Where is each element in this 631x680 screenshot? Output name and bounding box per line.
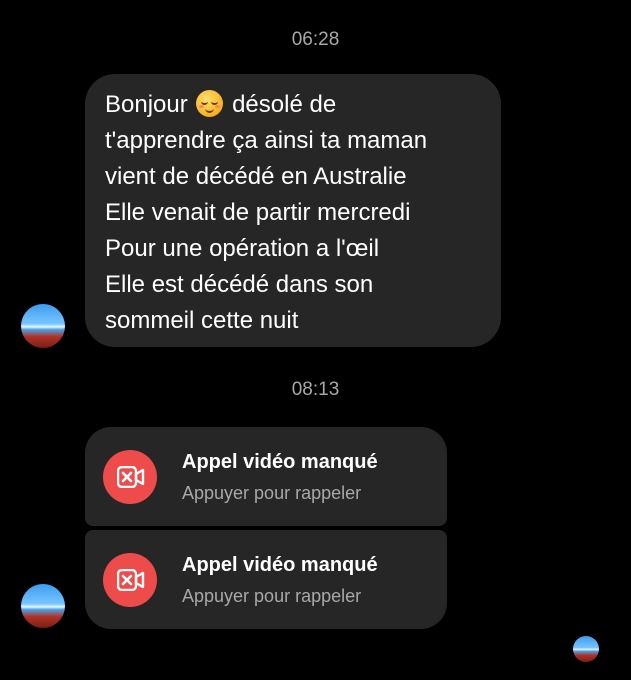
- message-line: Elle est décédé dans son: [105, 271, 374, 298]
- message-line: Pour une opération a l'œil: [105, 235, 380, 262]
- call-title: Appel vidéo manqué: [182, 451, 378, 473]
- sender-avatar[interactable]: [21, 584, 65, 628]
- sender-avatar[interactable]: [21, 304, 65, 348]
- missed-call-card[interactable]: Appel vidéo manqué Appuyer pour rappeler: [85, 427, 447, 526]
- message-line: sommeil cette nuit: [105, 307, 299, 334]
- seen-receipt-avatar: [573, 636, 599, 662]
- message-line: vient de décédé en Australie: [105, 163, 407, 190]
- message-line: Bonjour désolé de: [105, 87, 481, 123]
- message-line: t'apprendre ça ainsi ta maman: [105, 127, 428, 154]
- relieved-face-emoji-icon: [196, 90, 224, 117]
- message-text: Bonjour: [105, 91, 188, 118]
- missed-call-card[interactable]: Appel vidéo manqué Appuyer pour rappeler: [85, 530, 447, 629]
- timestamp: 08:13: [291, 379, 340, 400]
- call-subtitle: Appuyer pour rappeler: [182, 586, 362, 606]
- message-text: désolé de: [232, 91, 337, 118]
- timestamp: 06:28: [291, 29, 340, 50]
- message-line: Elle venait de partir mercredi: [105, 199, 411, 226]
- missed-video-call-icon: [103, 553, 157, 607]
- call-subtitle: Appuyer pour rappeler: [182, 483, 362, 503]
- message-bubble[interactable]: Bonjour désolé de t'apprendre ça ainsi t…: [85, 74, 501, 347]
- chat-screen: 06:28 Bonjour désolé de t'apprendre ça a…: [0, 0, 631, 680]
- call-title: Appel vidéo manqué: [182, 554, 378, 576]
- missed-video-call-icon: [103, 450, 157, 504]
